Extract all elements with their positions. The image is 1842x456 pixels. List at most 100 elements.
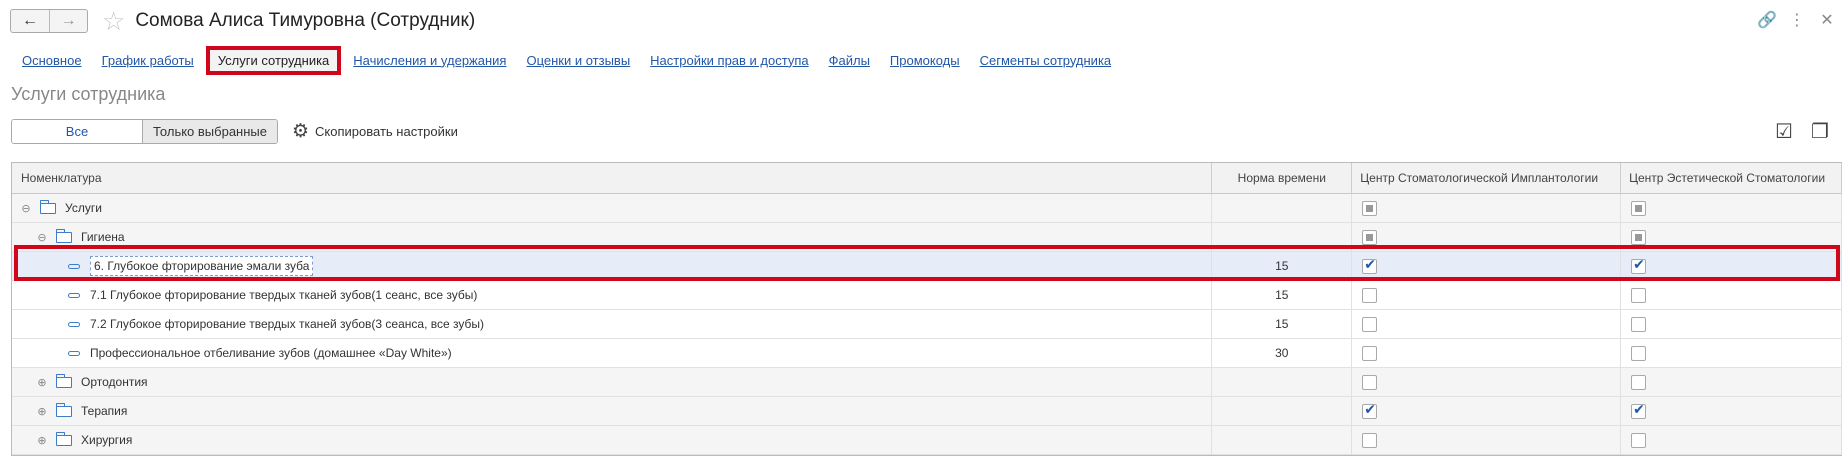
header-aesthetic-center[interactable]: Центр Эстетической Стоматологии [1621,163,1842,193]
favorite-star-icon[interactable]: ☆ [102,8,125,34]
close-icon[interactable]: ✕ [1812,10,1842,30]
aesthetic-checkbox[interactable] [1631,401,1647,419]
tab-files[interactable]: Файлы [819,53,880,68]
name-cell: ⊕ Терапия [12,397,1213,425]
aesthetic-cell [1621,397,1842,425]
aesthetic-cell [1621,194,1842,222]
name-cell: 7.1 Глубокое фторирование твердых тканей… [12,281,1213,309]
norm-cell[interactable]: 15 [1212,310,1353,338]
expand-toggle-icon[interactable]: ⊕ [36,405,48,418]
window-controls: 🔗 ⋮ ✕ [1752,10,1842,30]
filter-all-button[interactable]: Все [12,120,142,143]
norm-cell[interactable]: 15 [1212,281,1353,309]
table-actions: ☑ ❐ [1766,119,1838,144]
implant-checkbox[interactable] [1362,316,1378,332]
implant-checkbox[interactable] [1362,374,1378,390]
filter-toggle: Все Только выбранные [11,119,278,144]
gear-icon: ⚙ [292,121,310,142]
folder-icon [55,402,72,417]
tab-main[interactable]: Основное [12,53,92,68]
copy-settings-label: Скопировать настройки [315,124,458,139]
header-implant-center[interactable]: Центр Стоматологической Имплантологии [1352,163,1622,193]
back-icon[interactable]: ← [11,10,49,32]
uncheck-all-icon[interactable]: ❐ [1802,119,1838,144]
table-row[interactable]: Профессиональное отбеливание зубов (дома… [12,339,1842,368]
collapse-toggle-icon[interactable]: ⊖ [36,231,48,244]
aesthetic-cell [1621,426,1842,454]
norm-cell[interactable]: 30 [1212,339,1353,367]
table-header: Номенклатура Норма времени Центр Стомато… [12,163,1842,194]
table-row[interactable]: ⊕ Хирургия [12,426,1842,455]
expand-toggle-icon[interactable]: ⊕ [36,376,48,389]
tab-segments[interactable]: Сегменты сотрудника [970,53,1122,68]
table-row[interactable]: ⊕ Ортодонтия [12,368,1842,397]
implant-checkbox[interactable] [1362,229,1378,245]
folder-icon [55,431,72,446]
expand-toggle-icon[interactable]: ⊕ [36,434,48,447]
norm-cell [1212,426,1353,454]
implant-checkbox[interactable] [1362,287,1378,303]
norm-cell [1212,223,1353,251]
copy-settings-button[interactable]: ⚙ Скопировать настройки [292,120,458,143]
tab-schedule[interactable]: График работы [92,53,204,68]
tab-reviews[interactable]: Оценки и отзывы [516,53,640,68]
check-all-icon[interactable]: ☑ [1766,119,1802,144]
header-norm[interactable]: Норма времени [1212,163,1353,193]
implant-checkbox[interactable] [1362,401,1378,419]
row-name: 7.1 Глубокое фторирование твердых тканей… [90,288,478,302]
row-name[interactable]: 6. Глубокое фторирование эмали зуба [90,256,314,276]
link-icon[interactable]: 🔗 [1752,10,1782,30]
table-row[interactable]: 7.1 Глубокое фторирование твердых тканей… [12,281,1842,310]
name-cell: ⊖ Услуги [12,194,1213,222]
aesthetic-checkbox[interactable] [1631,345,1647,361]
collapse-toggle-icon[interactable]: ⊖ [20,202,32,215]
implant-checkbox[interactable] [1362,200,1378,216]
implant-cell [1352,310,1622,338]
name-cell: 6. Глубокое фторирование эмали зуба [12,252,1213,280]
aesthetic-checkbox[interactable] [1631,256,1647,274]
name-cell: Профессиональное отбеливание зубов (дома… [12,339,1213,367]
norm-cell [1212,194,1353,222]
table-row[interactable]: 7.2 Глубокое фторирование твердых тканей… [12,310,1842,339]
norm-cell [1212,368,1353,396]
table-row[interactable]: ⊖ Услуги [12,194,1842,223]
row-name: Услуги [65,201,102,215]
more-icon[interactable]: ⋮ [1782,10,1812,30]
aesthetic-checkbox[interactable] [1631,316,1647,332]
tab-promocodes[interactable]: Промокоды [880,53,970,68]
name-cell: 7.2 Глубокое фторирование твердых тканей… [12,310,1213,338]
norm-cell[interactable]: 15 [1212,252,1353,280]
table-row[interactable]: ⊕ Терапия [12,397,1842,426]
aesthetic-cell [1621,223,1842,251]
row-name: Ортодонтия [81,375,148,389]
aesthetic-checkbox[interactable] [1631,374,1647,390]
aesthetic-checkbox[interactable] [1631,229,1647,245]
implant-checkbox[interactable] [1362,345,1378,361]
aesthetic-cell [1621,281,1842,309]
aesthetic-checkbox[interactable] [1631,432,1647,448]
tab-employee-services[interactable]: Услуги сотрудника [205,45,342,75]
implant-checkbox[interactable] [1362,256,1378,274]
aesthetic-checkbox[interactable] [1631,200,1647,216]
aesthetic-checkbox[interactable] [1631,287,1647,303]
implant-checkbox[interactable] [1362,432,1378,448]
name-cell: ⊖ Гигиена [12,223,1213,251]
title-bar: ← → ☆ Сомова Алиса Тимуровна (Сотрудник) [10,8,475,34]
aesthetic-cell [1621,339,1842,367]
item-icon [68,321,80,327]
row-name: Гигиена [81,230,125,244]
tab-access-settings[interactable]: Настройки прав и доступа [640,53,818,68]
folder-icon [55,373,72,388]
implant-cell [1352,194,1622,222]
implant-cell [1352,426,1622,454]
name-cell: ⊕ Ортодонтия [12,368,1213,396]
header-name[interactable]: Номенклатура [12,163,1213,193]
filter-selected-button[interactable]: Только выбранные [142,120,277,143]
tab-accruals[interactable]: Начисления и удержания [343,53,516,68]
nav-buttons: ← → [10,9,88,33]
implant-cell [1352,397,1622,425]
forward-icon[interactable]: → [49,10,87,32]
table-row[interactable]: 6. Глубокое фторирование эмали зуба 15 [12,252,1842,281]
tabs-bar: Основное График работы Услуги сотрудника… [12,45,1122,75]
table-row[interactable]: ⊖ Гигиена [12,223,1842,252]
